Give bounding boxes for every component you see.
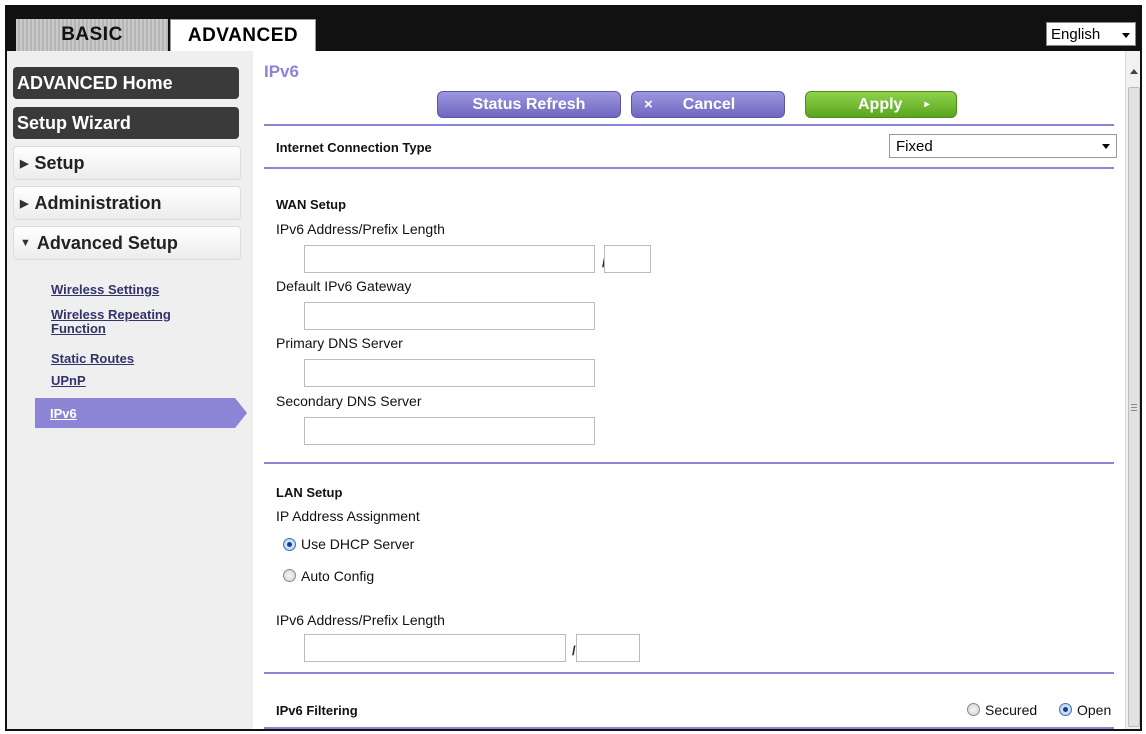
scroll-up-arrow-icon[interactable] [1130, 69, 1138, 74]
page-title: IPv6 [264, 62, 299, 81]
status-refresh-button[interactable]: Status Refresh [437, 91, 621, 118]
divider [264, 124, 1114, 126]
scrollbar-thumb[interactable] [1128, 87, 1140, 727]
filtering-open-label: Open [1077, 702, 1112, 718]
sidebar-link-wireless-repeating[interactable]: Wireless Repeating [51, 308, 171, 322]
ip-address-assignment-label: IP Address Assignment [276, 508, 420, 524]
secondary-dns-input[interactable] [304, 417, 595, 445]
auto-config-label: Auto Config [301, 568, 375, 584]
lan-prefix-length-input[interactable] [576, 634, 640, 662]
sidebar-item-setup-wizard[interactable]: Setup Wizard [13, 107, 239, 139]
sidebar-item-advanced-setup[interactable]: ▼ Advanced Setup [13, 226, 241, 260]
language-value: English [1051, 25, 1101, 43]
sidebar-item-administration[interactable]: ▶ Administration [13, 186, 241, 220]
ipv6-filtering-label: IPv6 Filtering [276, 703, 358, 718]
sidebar-item-label: Advanced Setup [36, 232, 178, 253]
internet-connection-type-label: Internet Connection Type [276, 140, 432, 155]
button-label: Apply [858, 95, 903, 113]
auto-config-radio[interactable] [283, 569, 296, 582]
router-admin-window: BASIC ADVANCED English ADVANCED Home Set… [5, 5, 1142, 731]
triangle-right-icon: ▶ [20, 197, 29, 210]
filtering-open-radio[interactable] [1059, 703, 1072, 716]
sidebar-item-label: IPv6 [50, 406, 77, 421]
sidebar-item-label: Administration [34, 192, 162, 213]
sidebar-item-ipv6-active[interactable]: IPv6 [35, 398, 247, 428]
button-label: Status Refresh [472, 95, 586, 113]
language-select[interactable]: English [1046, 22, 1136, 46]
default-gateway-input[interactable] [304, 302, 595, 330]
divider [264, 462, 1114, 464]
divider [264, 167, 1114, 169]
sidebar-item-advanced-home[interactable]: ADVANCED Home [13, 67, 239, 99]
secondary-dns-label: Secondary DNS Server [276, 393, 422, 409]
play-arrow-icon: ▸ [924, 99, 930, 110]
tab-basic[interactable]: BASIC [16, 19, 168, 51]
chevron-down-icon [1122, 33, 1130, 38]
tab-advanced[interactable]: ADVANCED [170, 19, 316, 51]
main-content: IPv6 Status Refresh × Cancel Apply ▸ Int… [255, 51, 1123, 729]
lan-setup-heading: LAN Setup [276, 485, 343, 500]
wan-prefix-length-input[interactable] [604, 245, 651, 273]
triangle-right-icon: ▶ [20, 157, 29, 170]
select-value: Fixed [896, 137, 933, 155]
cancel-button[interactable]: × Cancel [631, 91, 785, 118]
sidebar: ADVANCED Home Setup Wizard ▶ Setup ▶ Adm… [7, 51, 253, 729]
button-label: Cancel [682, 95, 736, 113]
chevron-down-icon [1102, 144, 1110, 149]
sidebar-link-wireless-repeating-function[interactable]: Function [51, 322, 106, 336]
wan-setup-heading: WAN Setup [276, 197, 347, 212]
primary-dns-label: Primary DNS Server [276, 335, 403, 351]
vertical-scrollbar[interactable] [1125, 51, 1140, 729]
divider [264, 727, 1114, 729]
sidebar-link-upnp[interactable]: UPnP [51, 374, 86, 388]
top-bar: BASIC ADVANCED English [7, 7, 1140, 51]
lan-ipv6-address-input[interactable] [304, 634, 566, 662]
sidebar-item-setup[interactable]: ▶ Setup [13, 146, 241, 180]
dhcp-server-radio[interactable] [283, 538, 296, 551]
sidebar-link-static-routes[interactable]: Static Routes [51, 352, 134, 366]
sidebar-link-wireless-settings[interactable]: Wireless Settings [51, 283, 159, 297]
close-icon: × [644, 96, 653, 113]
grip-icon [1131, 404, 1137, 405]
sidebar-item-label: Setup [34, 152, 85, 173]
triangle-down-icon: ▼ [20, 237, 31, 249]
internet-connection-type-select[interactable]: Fixed [889, 134, 1117, 158]
filtering-secured-label: Secured [985, 702, 1038, 718]
default-gateway-label: Default IPv6 Gateway [276, 278, 412, 294]
divider [264, 672, 1114, 674]
dhcp-server-label: Use DHCP Server [301, 536, 415, 552]
wan-ipv6-address-input[interactable] [304, 245, 595, 273]
lan-ipv6-address-label: IPv6 Address/Prefix Length [276, 612, 445, 628]
filtering-secured-radio[interactable] [967, 703, 980, 716]
primary-dns-input[interactable] [304, 359, 595, 387]
wan-ipv6-address-label: IPv6 Address/Prefix Length [276, 221, 445, 237]
apply-button[interactable]: Apply ▸ [805, 91, 957, 118]
